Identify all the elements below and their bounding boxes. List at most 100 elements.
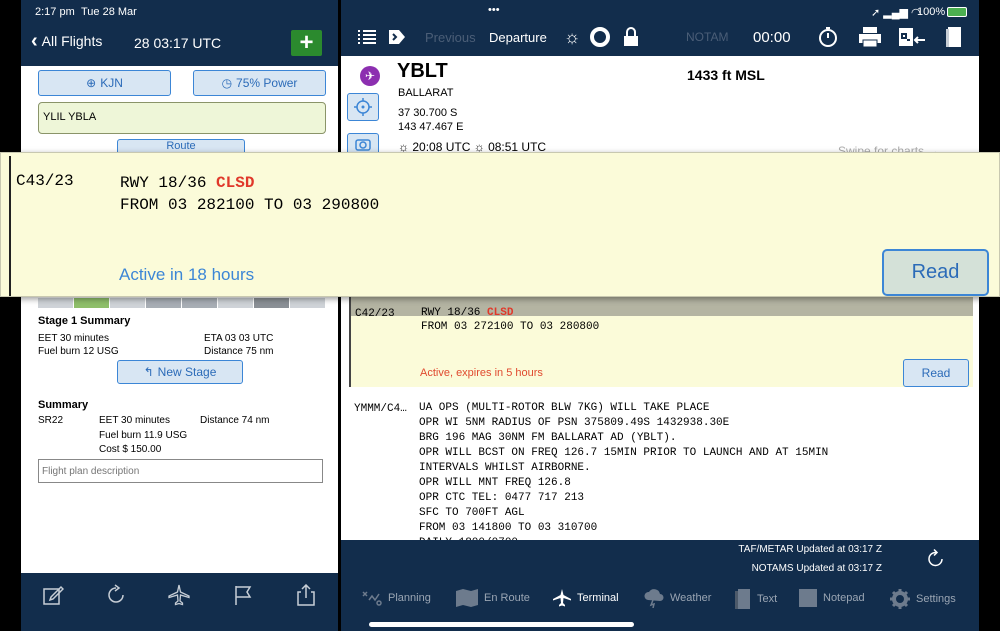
target-icon: ⊕ xyxy=(86,76,97,90)
station-button[interactable]: ⊕ KJN xyxy=(38,70,171,96)
right-navigation-bar: ••• ➚ ▂▄▆ ◠ 100% Previous Departure ☼ NO… xyxy=(341,0,979,56)
notam-id: C42/23 xyxy=(355,308,395,320)
left-toolbar xyxy=(21,573,338,631)
multitask-dots[interactable]: ••• xyxy=(488,4,500,16)
notams-updated: NOTAMS Updated at 03:17 Z xyxy=(751,563,882,574)
route-tag-icon[interactable] xyxy=(386,24,408,50)
tab-planning[interactable]: Planning xyxy=(361,588,431,608)
tab-text[interactable]: Text xyxy=(734,588,777,610)
tab-terminal-label: Terminal xyxy=(577,592,619,604)
stage-strip-segment xyxy=(182,298,218,308)
edit-icon[interactable] xyxy=(36,578,70,612)
notam-id: YMMM/C4… xyxy=(354,403,407,415)
battery-icon xyxy=(947,7,967,17)
tab-terminal[interactable]: Terminal xyxy=(552,588,619,608)
tab-notepad[interactable]: Notepad xyxy=(798,588,865,608)
back-to-all-flights-button[interactable]: ‹ All Flights xyxy=(31,30,103,52)
stage-strip-segment xyxy=(74,298,110,308)
route-field[interactable]: YLIL YBLA xyxy=(38,102,326,134)
stage-strip-segment xyxy=(218,298,254,308)
notam-line2: FROM 03 272100 TO 03 280800 xyxy=(421,321,600,333)
popover-read-button[interactable]: Read xyxy=(882,249,989,296)
flag-icon[interactable] xyxy=(226,578,260,612)
taf-metar-updated: TAF/METAR Updated at 03:17 Z xyxy=(738,544,882,555)
gear-icon xyxy=(890,589,910,609)
summary-fuel: Fuel burn 11.9 USG xyxy=(99,430,188,441)
tab-settings[interactable]: Settings xyxy=(889,588,956,610)
tab-planning-label: Planning xyxy=(388,592,431,604)
departure-button[interactable]: Departure xyxy=(489,30,547,45)
sun-icon[interactable]: ☼ xyxy=(561,24,583,50)
notam-line1-prefix: RWY 18/36 xyxy=(421,307,488,319)
stage1-distance: Distance 75 nm xyxy=(204,346,274,357)
camera-icon xyxy=(355,139,371,151)
flight-title: 28 03:17 UTC xyxy=(134,35,222,51)
crosshair-icon xyxy=(354,98,372,116)
stopwatch-icon[interactable] xyxy=(816,24,840,50)
printer-icon[interactable] xyxy=(856,24,884,50)
power-setting-button[interactable]: ◷ 75% Power xyxy=(193,70,326,96)
notam-card[interactable]: C42/23 RWY 18/36 CLSD FROM 03 272100 TO … xyxy=(349,294,973,387)
signal-wifi-icon: ➚ ▂▄▆ ◠ xyxy=(871,7,921,19)
home-indicator[interactable] xyxy=(369,622,634,627)
stage1-eta: ETA 03 03 UTC xyxy=(204,333,274,344)
route-button[interactable]: Route xyxy=(117,139,245,153)
notam-popover[interactable]: C43/23 RWY 18/36 CLSD FROM 03 282100 TO … xyxy=(0,152,1000,297)
airplane-icon xyxy=(553,589,571,607)
battery-percent: 100% xyxy=(917,6,946,18)
tab-en-route-label: En Route xyxy=(484,592,530,604)
tab-weather-label: Weather xyxy=(670,592,712,604)
list-icon[interactable] xyxy=(356,24,378,50)
planning-icon xyxy=(362,591,382,606)
book-icon[interactable] xyxy=(943,24,965,50)
chevron-left-icon: ‹ xyxy=(31,30,38,52)
flight-description-input[interactable] xyxy=(38,459,323,483)
book-icon xyxy=(735,589,750,609)
airplane-icon[interactable] xyxy=(162,578,196,612)
summary-heading: Summary xyxy=(38,399,89,411)
lifebuoy-icon[interactable] xyxy=(589,24,611,50)
station-label: KJN xyxy=(100,76,123,90)
tab-en-route[interactable]: En Route xyxy=(455,588,530,608)
notam-clsd-flag: CLSD xyxy=(487,307,514,319)
new-stage-button[interactable]: ↰ New Stage xyxy=(117,360,243,384)
share-icon[interactable] xyxy=(289,578,323,612)
tab-weather[interactable]: Weather xyxy=(643,588,711,608)
airport-name: BALLARAT xyxy=(398,87,454,99)
stage1-eet: EET 30 minutes xyxy=(38,333,109,344)
terminal-pane: ••• ➚ ▂▄▆ ◠ 100% Previous Departure ☼ NO… xyxy=(341,0,979,631)
notam-status: Active, expires in 5 hours xyxy=(420,367,543,379)
airport-elevation: 1433 ft MSL xyxy=(687,67,765,83)
add-flight-button[interactable]: + xyxy=(291,30,322,56)
stage-strip-segment xyxy=(38,298,74,308)
airport-type-icon: ✈ xyxy=(360,66,380,86)
refresh-icon[interactable] xyxy=(927,548,945,573)
notam-read-button[interactable]: Read xyxy=(903,359,969,387)
popover-line2: FROM 03 282100 TO 03 290800 xyxy=(120,196,380,214)
popover-line1-prefix: RWY 18/36 xyxy=(120,174,217,192)
popover-marker-line xyxy=(9,156,11,296)
refresh-icon[interactable] xyxy=(99,578,133,612)
runway-icon[interactable] xyxy=(897,24,927,50)
stage-profile-strip xyxy=(38,298,326,308)
branch-arrow-icon: ↰ xyxy=(143,365,154,379)
summary-distance: Distance 74 nm xyxy=(200,415,270,426)
back-label: All Flights xyxy=(41,33,103,49)
stage-strip-segment xyxy=(110,298,146,308)
route-label: Route xyxy=(166,140,196,152)
locate-airport-button[interactable] xyxy=(347,93,379,121)
power-label: 75% Power xyxy=(236,76,298,90)
popover-notam-status: Active in 18 hours xyxy=(119,265,255,284)
left-navigation-bar: 2:17 pm Tue 28 Mar ‹ All Flights 28 03:1… xyxy=(21,0,338,66)
notam-button[interactable]: NOTAM xyxy=(686,30,728,44)
airport-longitude: 143 47.467 E xyxy=(398,121,464,133)
map-icon xyxy=(456,589,478,607)
popover-notam-text: RWY 18/36 CLSD FROM 03 282100 TO 03 2908… xyxy=(120,172,379,216)
stage1-heading: Stage 1 Summary xyxy=(38,315,131,327)
lock-icon[interactable] xyxy=(620,24,642,50)
gauge-icon: ◷ xyxy=(221,76,233,90)
timer-display[interactable]: 00:00 xyxy=(753,29,791,46)
summary-eet: EET 30 minutes xyxy=(99,415,170,426)
previous-button[interactable]: Previous xyxy=(425,30,476,45)
status-date: Tue 28 Mar xyxy=(81,6,137,18)
